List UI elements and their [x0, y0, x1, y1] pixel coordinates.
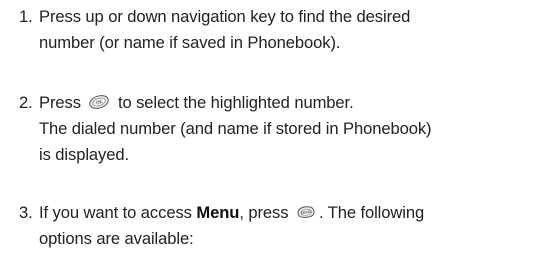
step-1: 1. Press up or down navigation key to fin…	[19, 4, 544, 56]
menu-key-icon: MENU	[296, 204, 316, 220]
step-number: 1.	[19, 7, 33, 26]
step-3: 3. If you want to access Menu, press MENU…	[19, 200, 544, 252]
step-text: options are available:	[39, 229, 194, 248]
step-text: . The following	[318, 203, 425, 222]
step-text: Press up or down navigation key to find …	[39, 7, 411, 26]
step-text: , press	[239, 203, 289, 222]
step-text: is displayed.	[39, 145, 130, 164]
step-2: 2. Press OK to select the highlighted num…	[19, 90, 544, 168]
instruction-page: 1. Press up or down navigation key to fin…	[0, 0, 550, 275]
step-text: to select the highlighted number.	[117, 93, 354, 112]
step-text: The dialed number (and name if stored in…	[39, 119, 432, 138]
menu-keyword: Menu	[196, 203, 240, 222]
step-text: Press	[39, 93, 81, 112]
step-number: 2.	[19, 93, 33, 112]
step-text: If you want to access	[39, 203, 192, 222]
ok-key-icon: OK	[88, 94, 110, 110]
step-text: number (or name if saved in Phonebook).	[39, 33, 341, 52]
step-number: 3.	[19, 203, 33, 222]
